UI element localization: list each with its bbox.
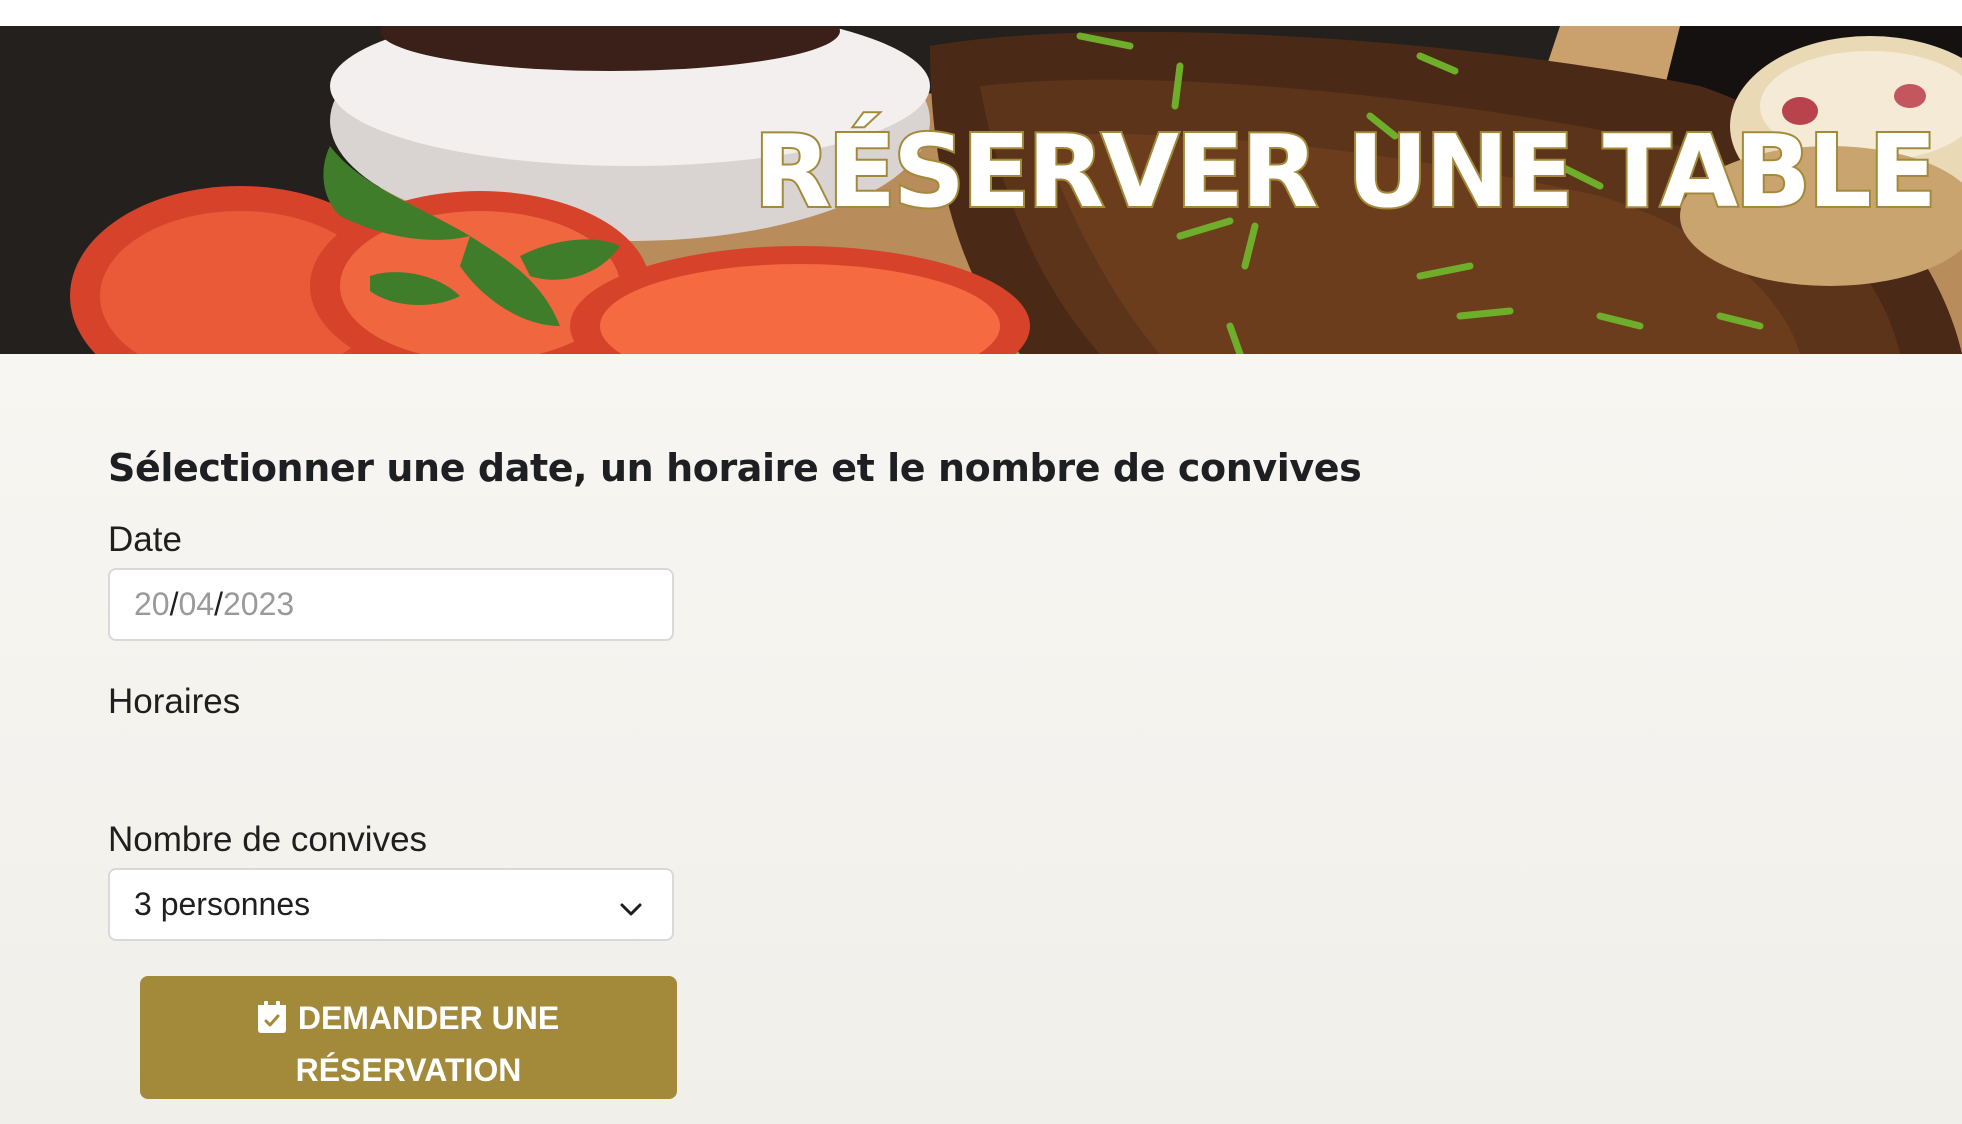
chevron-down-icon — [618, 894, 644, 931]
date-label: Date — [108, 520, 182, 559]
guests-label: Nombre de convives — [108, 820, 428, 859]
hours-label: Horaires — [108, 682, 241, 721]
form-heading: Sélectionner une date, un horaire et le … — [108, 446, 1362, 490]
date-separator: / — [214, 586, 223, 622]
submit-label-line1: DEMANDER UNE — [297, 1000, 560, 1036]
submit-label-line2: RÉSERVATION — [295, 1052, 522, 1088]
guests-selected-value: 3 personnes — [134, 886, 311, 922]
date-month: 04 — [178, 586, 215, 622]
request-reservation-button[interactable]: DEMANDER UNE RÉSERVATION — [140, 976, 677, 1099]
page-title: RÉSERVER UNE TABLE — [752, 113, 1939, 230]
date-input[interactable]: 20/04/2023 — [108, 568, 674, 641]
date-day: 20 — [134, 586, 170, 622]
reservation-form: Sélectionner une date, un horaire et le … — [0, 354, 1962, 1124]
date-year: 2023 — [222, 586, 295, 622]
calendar-check-icon — [257, 998, 286, 1046]
date-separator: / — [169, 586, 179, 622]
guests-select[interactable]: 3 personnes — [108, 868, 674, 941]
hero-banner: RÉSERVER UNE TABLE — [0, 26, 1962, 354]
